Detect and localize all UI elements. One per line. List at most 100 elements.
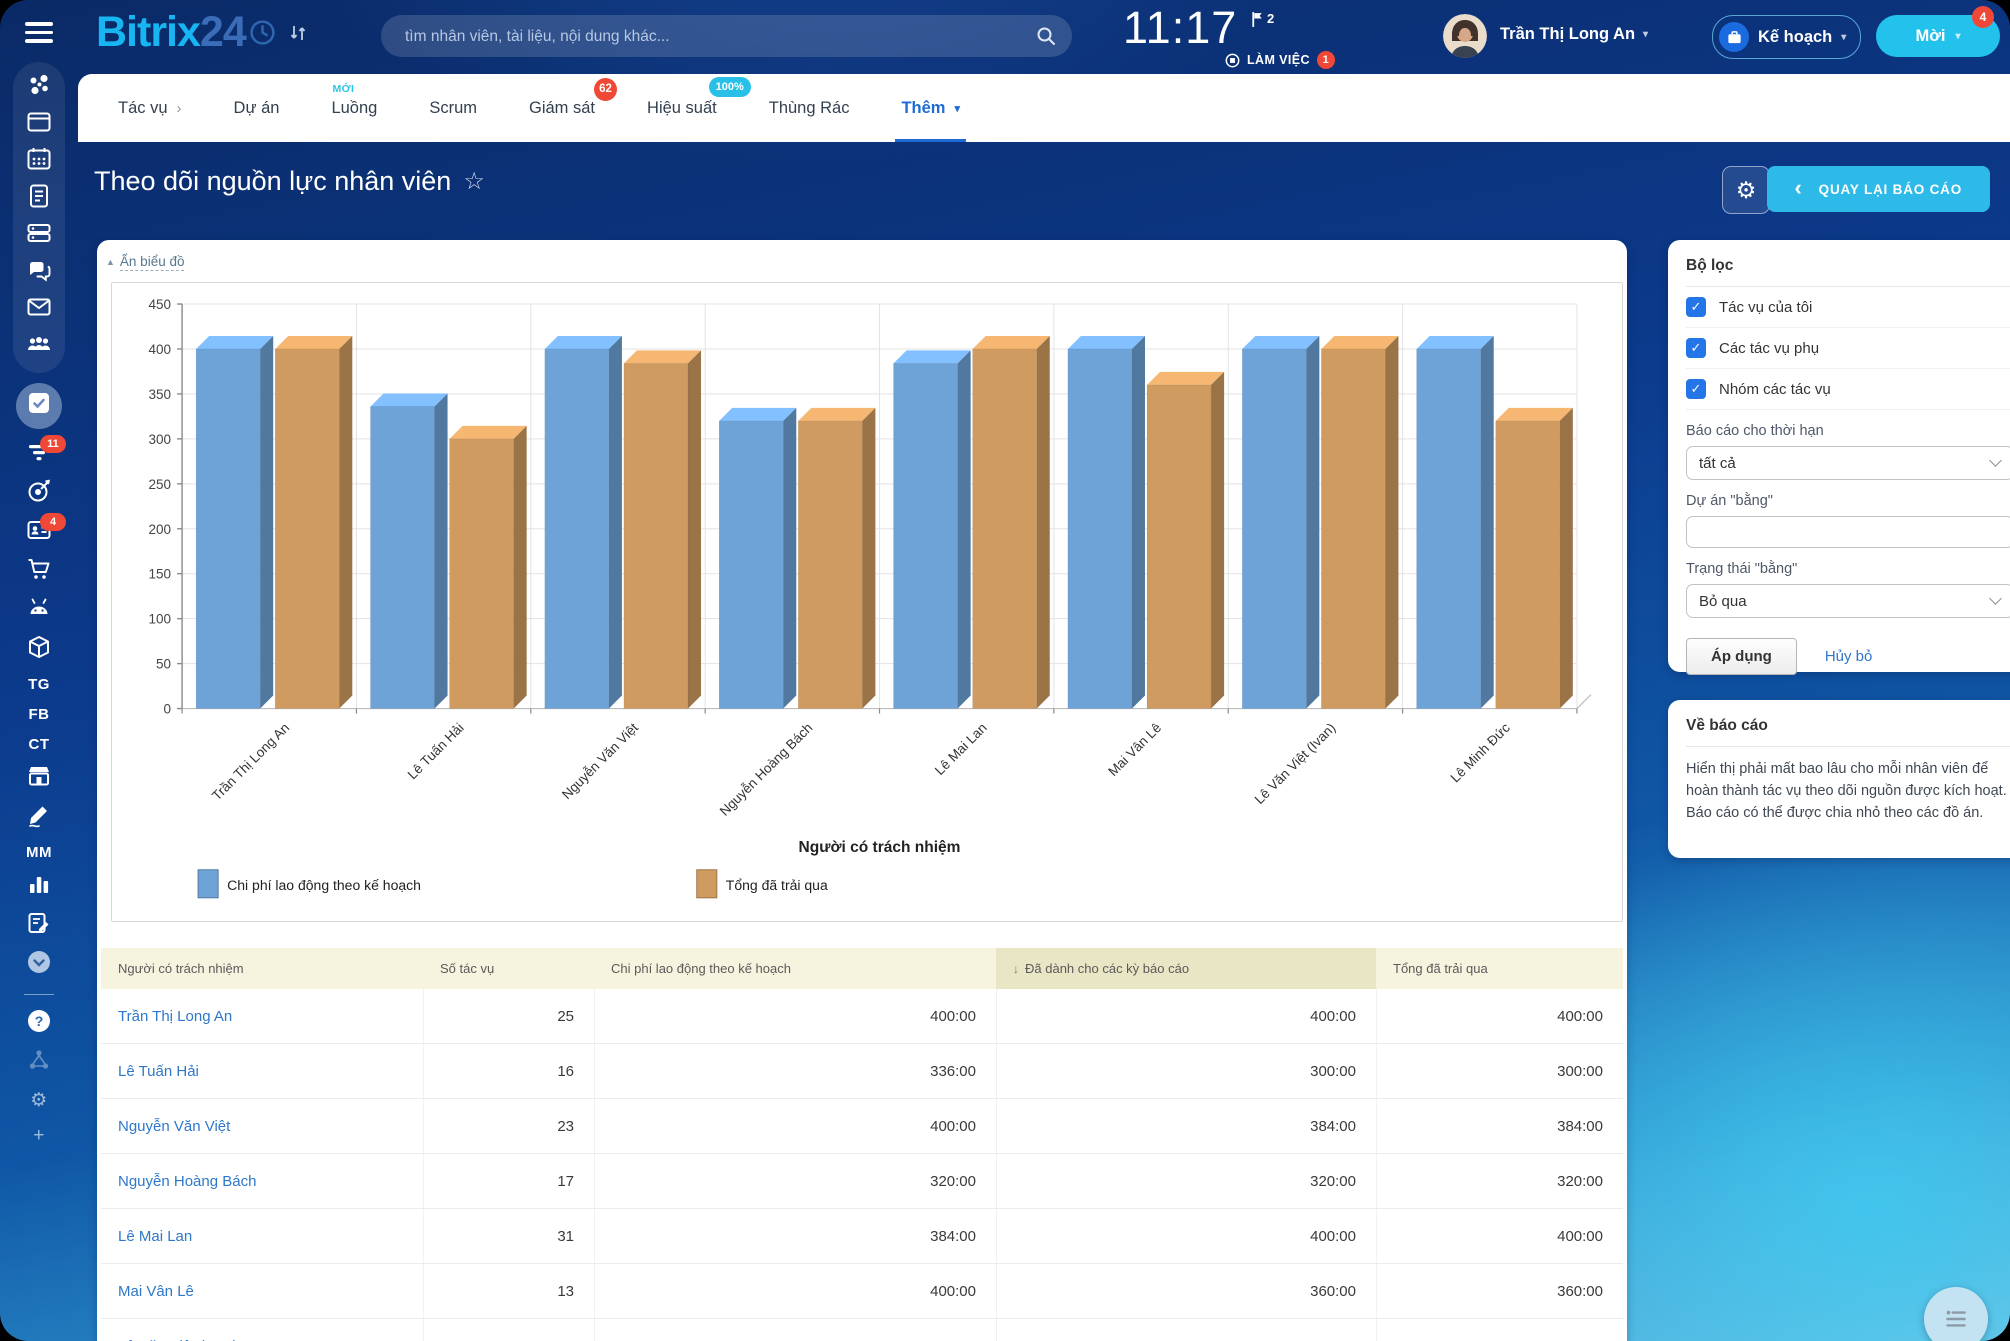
sidebar-item-automation[interactable] — [26, 598, 52, 624]
filter-checkbox-2[interactable]: ✓ Nhóm các tác vụ — [1686, 369, 2010, 410]
checkbox-label: Nhóm các tác vụ — [1719, 380, 1831, 398]
sidebar-item-mail[interactable] — [26, 297, 52, 323]
sidebar-item-invite-network[interactable] — [26, 1050, 52, 1076]
checkbox-icon: ✓ — [1686, 379, 1706, 399]
table-row: Lê Mai Lan 31 384:00 400:00 400:00 — [101, 1209, 1623, 1265]
tab-flows[interactable]: MỚI Luồng — [305, 74, 403, 142]
svg-text:Lê Văn Việt (Ivan): Lê Văn Việt (Ivan) — [1252, 720, 1339, 807]
sidebar-item-marketing[interactable] — [26, 479, 52, 507]
tab-efficiency[interactable]: 100% Hiệu suất — [621, 74, 751, 142]
sidebar-item-settings[interactable]: ⚙ — [30, 1089, 48, 1112]
sidebar-item-drive[interactable] — [26, 223, 52, 249]
share-icon — [26, 1047, 52, 1078]
filter-checkboxes: ✓ Tác vụ của tôi ✓ Các tác vụ phụ ✓ Nhóm các … — [1686, 287, 2010, 410]
robot-icon — [26, 595, 52, 626]
svg-text:100: 100 — [149, 611, 172, 626]
sidebar-item-reports[interactable] — [26, 913, 52, 939]
sidebar-item-crm[interactable]: 11 — [26, 434, 66, 468]
sidebar-main-group — [13, 61, 65, 373]
sidebar-item-more[interactable] — [26, 951, 52, 978]
period-select[interactable]: tất cả — [1686, 446, 2010, 480]
tab-recycle-bin[interactable]: Thùng Rác — [743, 74, 876, 142]
assignee-link[interactable]: Lê Tuấn Hải — [118, 1063, 199, 1080]
sidebar-item-market[interactable] — [26, 766, 52, 792]
assignee-link[interactable]: Mai Vân Lê — [118, 1283, 194, 1300]
user-name[interactable]: Trần Thị Long An ▾ — [1500, 25, 1648, 44]
menu-toggle-icon[interactable] — [25, 22, 53, 48]
bitrix24-logo[interactable]: Bitrix 24 — [96, 8, 308, 57]
flag-indicator[interactable]: 2 — [1235, 11, 1274, 28]
tab-more[interactable]: Thêm ▾ — [875, 74, 986, 142]
sidebar-item-documents[interactable] — [26, 184, 52, 212]
sidebar-item-messenger[interactable] — [26, 260, 52, 286]
svg-text:Mai Vân Lê: Mai Vân Lê — [1105, 720, 1164, 779]
plan-button[interactable]: Kế hoạch ▾ — [1712, 15, 1862, 59]
sidebar-item-tg[interactable]: TG — [28, 676, 50, 693]
sidebar-item-inventory[interactable] — [26, 636, 52, 663]
tab-scrum[interactable]: Scrum — [403, 74, 503, 142]
favorite-star-icon[interactable]: ☆ — [463, 167, 485, 196]
user-avatar[interactable] — [1443, 14, 1487, 58]
sidebar-item-analytics[interactable] — [26, 874, 52, 900]
sidebar-item-tasks[interactable] — [16, 382, 62, 429]
hide-chart-link[interactable]: ▲ Ẩn biểu đồ — [106, 254, 185, 271]
project-input[interactable] — [1686, 516, 2010, 548]
assignee-link[interactable]: Lê Mai Lan — [118, 1228, 192, 1245]
apply-button[interactable]: Áp dụng — [1686, 638, 1797, 675]
chevron-down-icon: ▾ — [1841, 31, 1847, 43]
sidebar-item-sign[interactable] — [26, 805, 52, 831]
sort-arrows-icon[interactable] — [288, 23, 308, 43]
tab-supervising[interactable]: 62 Giám sát — [503, 74, 621, 142]
status-select[interactable]: Bỏ qua — [1686, 584, 2010, 618]
tab-tasks[interactable]: Tác vụ › — [92, 74, 208, 142]
sidebar-item-employees[interactable] — [26, 334, 52, 360]
column-header[interactable]: ↓ Đã dành cho các kỳ báo cáo — [996, 948, 1376, 990]
tab-projects[interactable]: Dự án — [208, 74, 306, 142]
filter-checkbox-0[interactable]: ✓ Tác vụ của tôi — [1686, 287, 2010, 328]
briefcase-icon — [1719, 22, 1749, 52]
back-to-reports-button[interactable]: ‹ QUAY LẠI BÁO CÁO — [1766, 166, 1990, 212]
cancel-link[interactable]: Hủy bỏ — [1825, 648, 1873, 665]
clock-time[interactable]: 11:17 — [1123, 2, 1237, 54]
svg-text:Trần Thị Long An: Trần Thị Long An — [209, 720, 292, 803]
assignee-link[interactable]: Nguyễn Hoàng Bách — [118, 1173, 256, 1190]
assignee-link[interactable]: Trần Thị Long An — [118, 1008, 232, 1025]
filter-checkbox-1[interactable]: ✓ Các tác vụ phụ — [1686, 328, 2010, 369]
chevron-left-icon: ‹ — [1794, 174, 1803, 200]
work-status[interactable]: LÀM VIỆC 1 — [1225, 51, 1335, 69]
column-header[interactable]: Người có trách nhiệm — [101, 948, 423, 989]
sidebar-item-sales[interactable] — [26, 559, 52, 585]
sidebar-item-ct[interactable]: CT — [29, 736, 50, 753]
drive-icon — [26, 220, 52, 251]
sidebar-item-contact-center[interactable]: 4 — [26, 512, 66, 546]
invite-button[interactable]: Mời ▾ 4 — [1876, 6, 2000, 57]
assignee-link[interactable]: Nguyễn Văn Việt — [118, 1118, 230, 1135]
sidebar-item-fb[interactable]: FB — [29, 706, 50, 723]
column-header[interactable]: Số tác vụ — [423, 948, 594, 989]
bar-chart-icon — [26, 871, 52, 902]
sidebar-item-mm[interactable]: MM — [26, 844, 52, 861]
calendar-icon — [26, 146, 52, 177]
sidebar-item-help[interactable]: ? — [26, 1010, 52, 1037]
table-cell: 400:00 — [1376, 1319, 1623, 1341]
menu-list-icon — [1946, 1310, 1966, 1327]
table-cell: 13 — [423, 1264, 594, 1319]
column-header[interactable]: Tổng đã trải qua — [1376, 948, 1623, 989]
quick-menu-fab[interactable] — [1924, 1287, 1988, 1341]
column-header[interactable]: Chi phí lao động theo kế hoạch — [594, 948, 996, 989]
sidebar-item-live-feed[interactable] — [26, 74, 52, 101]
sidebar-item-sites[interactable] — [26, 112, 52, 138]
table-cell: 400:00 — [594, 989, 996, 1044]
main-nav: Tác vụ › Dự án MỚI Luồng Scrum 62 Giám sát 100% H… — [78, 74, 2010, 142]
svg-text:450: 450 — [149, 297, 172, 312]
search-input[interactable] — [403, 15, 1007, 59]
sidebar-item-calendar[interactable] — [26, 146, 52, 177]
settings-button[interactable]: ⚙ — [1722, 166, 1770, 214]
svg-text:Lê Mai Lan: Lê Mai Lan — [932, 720, 990, 778]
sidebar-item-add[interactable]: + — [33, 1125, 45, 1147]
chevron-icon: ▾ — [954, 102, 961, 115]
table-row: Trần Thị Long An 25 400:00 400:00 400:00 — [101, 989, 1623, 1045]
tab-badge: MỚI — [332, 83, 355, 95]
browser-icon — [26, 109, 52, 140]
search-icon[interactable] — [1036, 26, 1056, 46]
